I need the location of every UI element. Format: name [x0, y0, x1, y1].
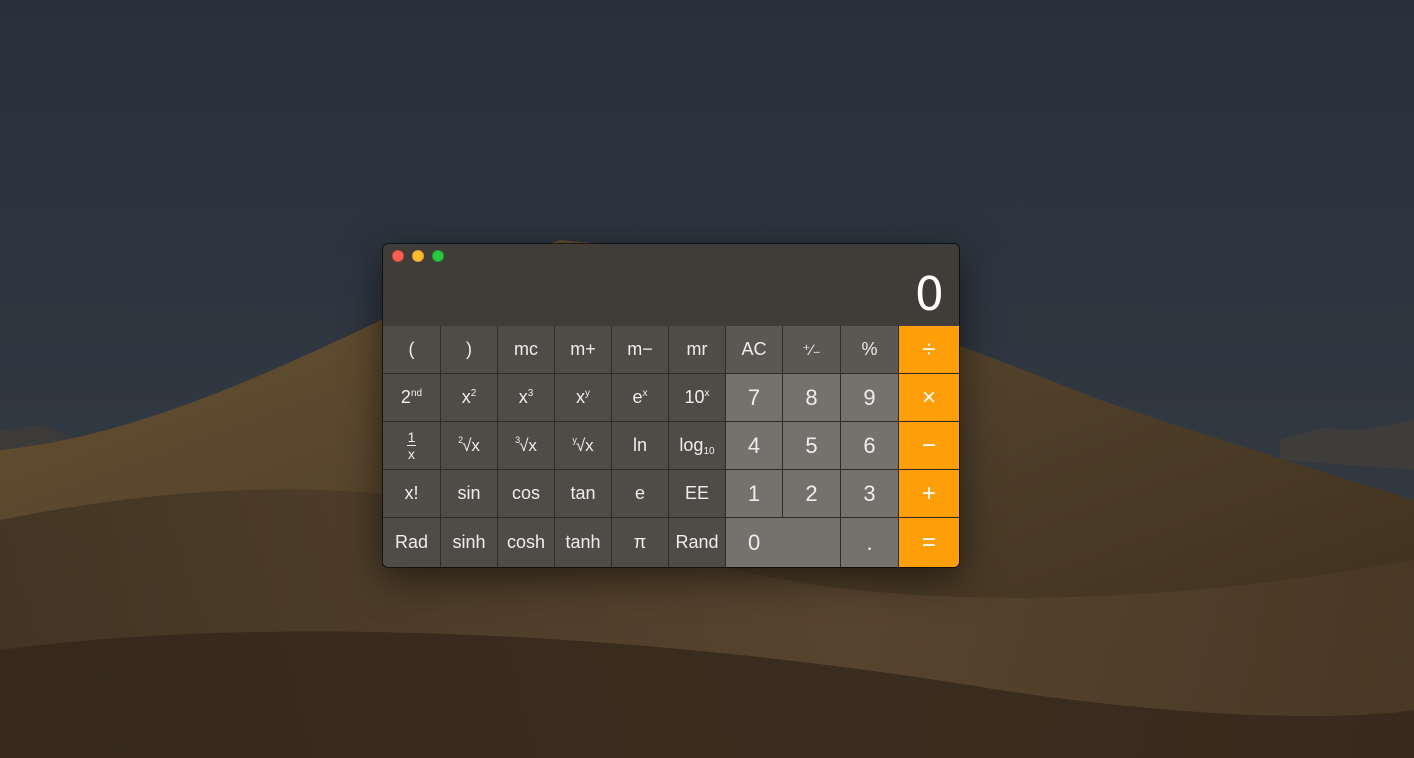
digit-6-button[interactable]: 6: [841, 422, 899, 470]
minimize-window-button[interactable]: [412, 250, 424, 262]
result-display: 0: [914, 267, 944, 321]
square-root-button[interactable]: 2√x: [441, 422, 498, 470]
keypad: ( ) mc m+ m− mr AC ⁺∕₋ % ÷ 2nd x2 x3 xy …: [383, 326, 959, 567]
percent-button[interactable]: %: [841, 326, 899, 374]
add-button[interactable]: +: [899, 470, 959, 518]
calculator-window: 0 ( ) mc m+ m− mr AC ⁺∕₋ % ÷ 2nd x2 x3 x…: [383, 244, 959, 567]
log10-button[interactable]: log10: [669, 422, 726, 470]
reciprocal-button[interactable]: 1 x: [383, 422, 441, 470]
digit-1-button[interactable]: 1: [726, 470, 783, 518]
pi-button[interactable]: π: [612, 518, 669, 567]
sinh-button[interactable]: sinh: [441, 518, 498, 567]
sin-button[interactable]: sin: [441, 470, 498, 518]
exp-button[interactable]: ex: [612, 374, 669, 422]
digit-2-button[interactable]: 2: [783, 470, 841, 518]
memory-recall-button[interactable]: mr: [669, 326, 726, 374]
digit-9-button[interactable]: 9: [841, 374, 899, 422]
cosh-button[interactable]: cosh: [498, 518, 555, 567]
digit-4-button[interactable]: 4: [726, 422, 783, 470]
subtract-button[interactable]: −: [899, 422, 959, 470]
plus-minus-button[interactable]: ⁺∕₋: [783, 326, 841, 374]
digit-7-button[interactable]: 7: [726, 374, 783, 422]
cos-button[interactable]: cos: [498, 470, 555, 518]
power-button[interactable]: xy: [555, 374, 612, 422]
divide-button[interactable]: ÷: [899, 326, 959, 374]
maximize-window-button[interactable]: [432, 250, 444, 262]
equals-button[interactable]: =: [899, 518, 959, 567]
cube-button[interactable]: x3: [498, 374, 555, 422]
memory-subtract-button[interactable]: m−: [612, 326, 669, 374]
cube-root-button[interactable]: 3√x: [498, 422, 555, 470]
open-paren-button[interactable]: (: [383, 326, 441, 374]
multiply-button[interactable]: ×: [899, 374, 959, 422]
memory-add-button[interactable]: m+: [555, 326, 612, 374]
natural-log-button[interactable]: ln: [612, 422, 669, 470]
ten-power-button[interactable]: 10x: [669, 374, 726, 422]
close-window-button[interactable]: [392, 250, 404, 262]
exponent-ee-button[interactable]: EE: [669, 470, 726, 518]
euler-button[interactable]: e: [612, 470, 669, 518]
rad-button[interactable]: Rad: [383, 518, 441, 567]
decimal-point-button[interactable]: .: [841, 518, 899, 567]
digit-8-button[interactable]: 8: [783, 374, 841, 422]
digit-5-button[interactable]: 5: [783, 422, 841, 470]
factorial-button[interactable]: x!: [383, 470, 441, 518]
desktop-background: 0 ( ) mc m+ m− mr AC ⁺∕₋ % ÷ 2nd x2 x3 x…: [0, 0, 1414, 758]
square-button[interactable]: x2: [441, 374, 498, 422]
memory-clear-button[interactable]: mc: [498, 326, 555, 374]
random-button[interactable]: Rand: [669, 518, 726, 567]
tanh-button[interactable]: tanh: [555, 518, 612, 567]
second-function-button[interactable]: 2nd: [383, 374, 441, 422]
close-paren-button[interactable]: ): [441, 326, 498, 374]
title-bar: 0: [383, 244, 959, 326]
digit-0-button[interactable]: 0: [726, 518, 841, 567]
y-root-button[interactable]: y√x: [555, 422, 612, 470]
tan-button[interactable]: tan: [555, 470, 612, 518]
digit-3-button[interactable]: 3: [841, 470, 899, 518]
all-clear-button[interactable]: AC: [726, 326, 783, 374]
